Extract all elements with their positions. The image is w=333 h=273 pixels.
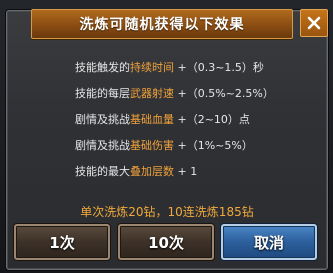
cancel-label: 取消 [253,233,284,252]
refine-ten-button[interactable]: 10次 [118,224,214,260]
refine-once-label: 1次 [49,233,75,252]
cancel-button[interactable]: 取消 [221,224,317,260]
effect-highlight: 持续时间 [130,61,174,74]
effect-highlight: 基础血量 [130,113,174,126]
refine-once-button[interactable]: 1次 [14,224,110,260]
effect-row: 技能的最大叠加层数 + 1 [75,165,198,178]
effect-highlight: 武器射速 [130,87,174,100]
cost-text: 单次洗炼20钻，10连洗炼185钻 [80,205,254,219]
title-bar: 洗炼可随机获得以下效果 [31,9,293,39]
effect-row: 技能的每层武器射速 +（0.5%~2.5%） [75,87,274,100]
refine-ten-label: 10次 [148,233,184,252]
effect-highlight: 基础伤害 [130,139,174,152]
effect-row: 技能触发的持续时间 +（0.3~1.5）秒 [75,61,264,74]
effect-highlight: 叠加层数 [130,165,174,178]
effect-row: 剧情及挑战基础血量 +（2~10）点 [75,113,250,126]
close-button[interactable] [300,9,328,37]
effect-row: 剧情及挑战基础伤害 +（1%~5%） [75,139,253,152]
dialog-title: 洗炼可随机获得以下效果 [79,17,245,33]
close-icon [307,16,321,30]
